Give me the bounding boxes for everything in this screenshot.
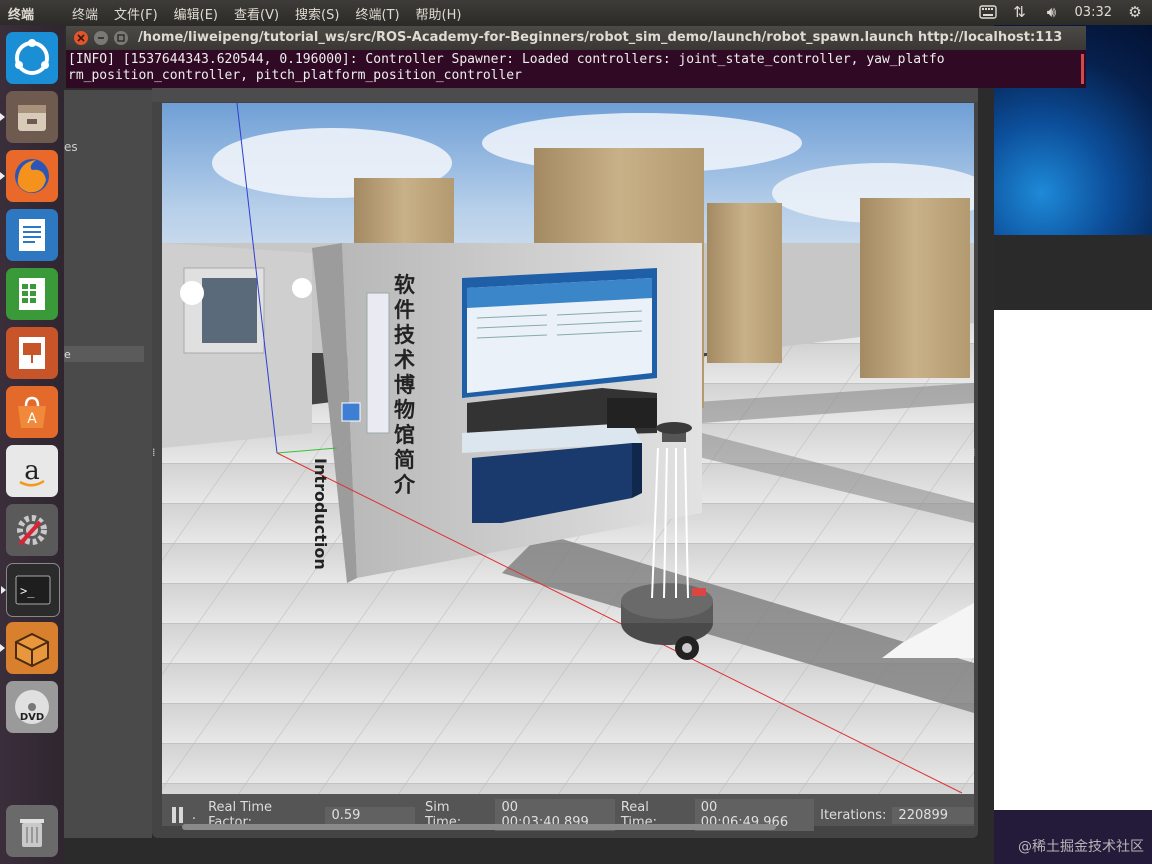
menu-help[interactable]: 帮助(H)	[416, 4, 462, 23]
terminal-icon[interactable]: >_	[1, 563, 60, 617]
system-tray: ⇅ 🔊︎ 03:32 ⚙	[978, 3, 1144, 21]
iterations-label: Iterations:	[820, 807, 887, 823]
menu-bar: 终端 文件(F) 编辑(E) 查看(V) 搜索(S) 终端(T) 帮助(H)	[72, 4, 461, 23]
side-panel-selected-row[interactable]	[64, 346, 144, 362]
clock[interactable]: 03:32	[1075, 5, 1112, 20]
amazon-icon[interactable]: a	[6, 445, 58, 497]
menu-terminal-t[interactable]: 终端(T)	[355, 4, 399, 23]
files-icon[interactable]	[0, 91, 58, 143]
dvd-icon[interactable]: DVD	[6, 681, 58, 733]
top-panel: 终端 终端 文件(F) 编辑(E) 查看(V) 搜索(S) 终端(T) 帮助(H…	[0, 0, 1152, 25]
active-app-title: 终端	[8, 8, 35, 23]
launcher: A a >_ DVD	[0, 25, 64, 864]
background-window	[994, 310, 1152, 810]
terminal-window: /home/liweipeng/tutorial_ws/src/ROS-Acad…	[66, 26, 1086, 88]
status-dot: .	[191, 807, 197, 823]
left-panel-grip[interactable]: ⁞	[152, 446, 158, 459]
desktop-dark-strip	[994, 235, 1152, 310]
menu-terminal[interactable]: 终端	[72, 4, 98, 23]
terminal-title: /home/liweipeng/tutorial_ws/src/ROS-Acad…	[138, 30, 1063, 45]
side-panel-selected-text: e	[64, 348, 71, 361]
terminal-scroll-indicator[interactable]	[1081, 54, 1084, 84]
svg-text:A: A	[27, 411, 37, 427]
terminal-titlebar: /home/liweipeng/tutorial_ws/src/ROS-Acad…	[66, 26, 1086, 50]
3d-viewport[interactable]: 软件技术博物馆简介 Introduction	[162, 103, 974, 806]
gazebo-side-panel: es e	[64, 90, 152, 838]
terminal-output[interactable]: [INFO] [1537644343.620544, 0.196000]: Co…	[66, 52, 1083, 84]
trash-icon[interactable]	[6, 805, 58, 857]
menu-view[interactable]: 查看(V)	[234, 4, 279, 23]
ubuntu-dash-icon[interactable]	[6, 32, 58, 84]
network-icon[interactable]: ⇅	[1011, 3, 1029, 21]
menu-edit[interactable]: 编辑(E)	[174, 4, 218, 23]
menu-search[interactable]: 搜索(S)	[295, 4, 339, 23]
svg-text:DVD: DVD	[20, 712, 44, 723]
writer-icon[interactable]	[6, 209, 58, 261]
software-center-icon[interactable]: A	[6, 386, 58, 438]
board-title: 软件技术博物馆简介	[394, 273, 415, 497]
rtf-value: 0.59	[325, 806, 415, 824]
scene-render	[162, 103, 974, 806]
pause-icon[interactable]	[172, 807, 186, 823]
power-icon[interactable]: ⚙	[1126, 3, 1144, 21]
iterations-value: 220899	[892, 806, 974, 824]
keyboard-icon[interactable]	[978, 3, 997, 21]
maximize-icon[interactable]	[114, 31, 128, 45]
board-subtitle: Introduction	[311, 458, 330, 570]
side-panel-text: es	[64, 140, 78, 154]
horizontal-scrollbar[interactable]	[182, 824, 776, 830]
svg-text:>_: >_	[20, 584, 35, 598]
menu-file[interactable]: 文件(F)	[114, 4, 158, 23]
close-icon[interactable]	[74, 31, 88, 45]
watermark: @稀土掘金技术社区	[1018, 839, 1144, 855]
calc-icon[interactable]	[6, 268, 58, 320]
svg-text:a: a	[24, 456, 40, 486]
terminal-line: rm_position_controller, pitch_platform_p…	[68, 68, 522, 83]
gazebo-toolbar	[152, 86, 978, 102]
impress-icon[interactable]	[6, 327, 58, 379]
terminal-line: [INFO] [1537644343.620544, 0.196000]: Co…	[68, 52, 945, 67]
status-bar: . Real Time Factor: 0.59 Sim Time: 00 00…	[162, 794, 974, 831]
system-settings-icon[interactable]	[6, 504, 58, 556]
volume-icon[interactable]: 🔊︎	[1043, 3, 1061, 21]
gazebo-icon[interactable]	[0, 622, 58, 674]
minimize-icon[interactable]	[94, 31, 108, 45]
gazebo-window: ⁞ ⁞	[152, 86, 978, 838]
firefox-icon[interactable]	[0, 150, 58, 202]
